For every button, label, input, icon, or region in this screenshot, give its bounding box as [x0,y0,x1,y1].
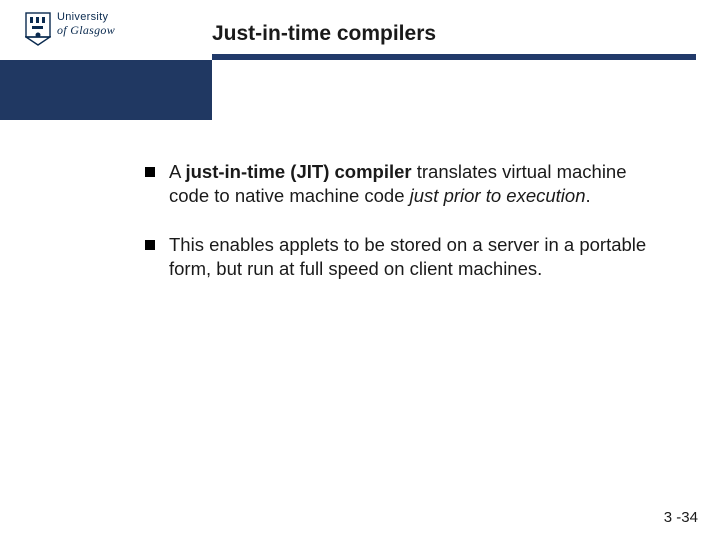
crest-icon [25,12,51,46]
b1-pre: A [169,161,185,182]
university-logo: University of Glasgow [25,12,115,46]
header-blue-band [0,60,212,120]
logo-line1: University [57,12,115,24]
bullet-text: A just-in-time (JIT) compiler translates… [169,160,665,207]
bullet-item: A just-in-time (JIT) compiler translates… [145,160,665,207]
b1-bold: just-in-time (JIT) compiler [185,161,411,182]
b1-italic: just prior to execution [410,185,586,206]
bullet-marker-icon [145,167,155,177]
title-underline [212,54,696,60]
slide-title: Just-in-time compilers [212,22,436,46]
page-number: 3 -34 [664,509,698,526]
bullet-item: This enables applets to be stored on a s… [145,233,665,280]
bullet-marker-icon [145,240,155,250]
b1-post: . [586,185,591,206]
logo-line2: of Glasgow [57,24,115,37]
logo-text: University of Glasgow [57,12,115,36]
bullet-text: This enables applets to be stored on a s… [169,233,665,280]
slide-header: University of Glasgow Just-in-time compi… [0,0,720,120]
slide-content: A just-in-time (JIT) compiler translates… [145,160,665,307]
